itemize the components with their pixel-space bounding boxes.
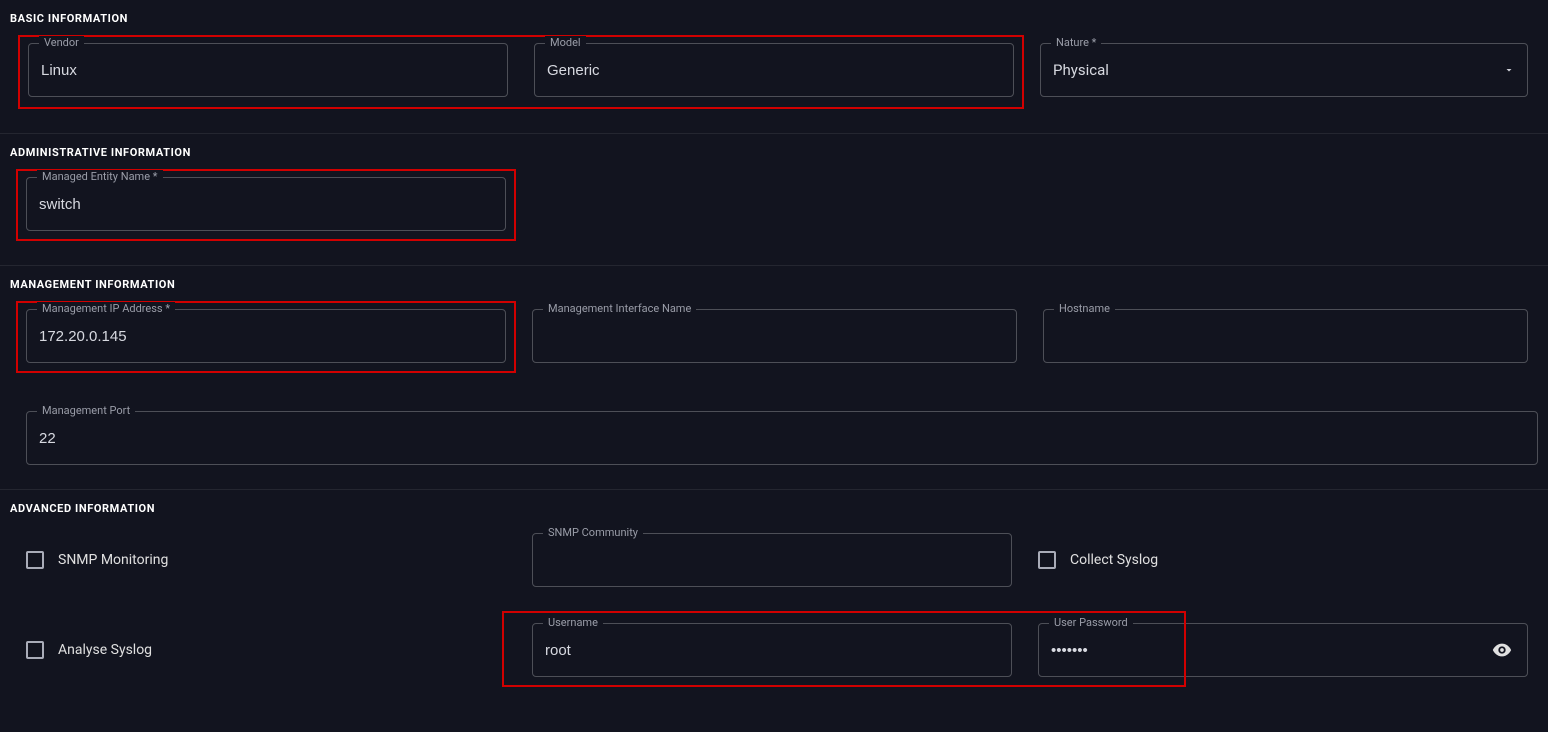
- label-mgmt-iface: Management Interface Name: [543, 302, 696, 316]
- checkbox-analyse-syslog[interactable]: Analyse Syslog: [26, 623, 506, 677]
- section-title-advanced: ADVANCED INFORMATION: [10, 502, 1538, 515]
- checkbox-snmp-monitoring[interactable]: SNMP Monitoring: [26, 533, 506, 587]
- label-analyse-syslog: Analyse Syslog: [58, 642, 152, 658]
- field-hostname: Hostname: [1043, 309, 1528, 363]
- input-vendor[interactable]: [41, 62, 495, 79]
- input-snmp-community[interactable]: [545, 552, 999, 569]
- input-username[interactable]: [545, 642, 999, 659]
- section-title-mgmt: MANAGEMENT INFORMATION: [10, 278, 1538, 291]
- label-mgmt-ip: Management IP Address *: [37, 302, 175, 316]
- field-mgmt-iface: Management Interface Name: [532, 309, 1017, 363]
- input-model[interactable]: [547, 62, 1001, 79]
- checkbox-icon[interactable]: [26, 641, 44, 659]
- label-hostname: Hostname: [1054, 302, 1115, 316]
- label-password: User Password: [1049, 616, 1133, 630]
- checkbox-icon[interactable]: [1038, 551, 1056, 569]
- section-advanced: ADVANCED INFORMATION SNMP Monitoring SNM…: [0, 490, 1548, 691]
- field-username: Username: [532, 623, 1012, 677]
- section-title-basic: BASIC INFORMATION: [10, 12, 1538, 25]
- input-password[interactable]: [1051, 642, 1515, 659]
- field-vendor: Vendor: [28, 43, 508, 97]
- input-hostname[interactable]: [1056, 328, 1515, 345]
- input-entity-name[interactable]: [39, 196, 493, 213]
- label-snmp-monitoring: SNMP Monitoring: [58, 552, 168, 568]
- field-entity-name: Managed Entity Name *: [26, 177, 506, 231]
- field-mgmt-ip: Management IP Address *: [26, 309, 506, 363]
- label-username: Username: [543, 616, 603, 630]
- input-mgmt-port[interactable]: [39, 430, 1525, 447]
- field-password: User Password: [1038, 623, 1528, 677]
- eye-icon[interactable]: [1491, 639, 1513, 661]
- label-mgmt-port: Management Port: [37, 404, 135, 418]
- highlight-vendor-model: Vendor Model: [18, 35, 1024, 109]
- highlight-ip: Management IP Address *: [16, 301, 516, 373]
- value-nature: Physical: [1053, 61, 1515, 79]
- label-collect-syslog: Collect Syslog: [1070, 552, 1158, 568]
- field-model: Model: [534, 43, 1014, 97]
- checkbox-icon[interactable]: [26, 551, 44, 569]
- select-nature[interactable]: Nature * Physical: [1040, 43, 1528, 97]
- section-mgmt: MANAGEMENT INFORMATION Management IP Add…: [0, 266, 1548, 479]
- input-mgmt-ip[interactable]: [39, 328, 493, 345]
- highlight-entity-name: Managed Entity Name *: [16, 169, 516, 241]
- field-nature: Nature * Physical: [1040, 43, 1528, 109]
- checkbox-collect-syslog[interactable]: Collect Syslog: [1038, 533, 1538, 587]
- field-mgmt-port: Management Port: [26, 411, 1538, 465]
- label-model: Model: [545, 36, 586, 50]
- label-vendor: Vendor: [39, 36, 84, 50]
- section-title-admin: ADMINISTRATIVE INFORMATION: [10, 146, 1538, 159]
- field-snmp-community: SNMP Community: [532, 533, 1012, 587]
- section-admin: ADMINISTRATIVE INFORMATION Managed Entit…: [0, 134, 1548, 255]
- section-basic: BASIC INFORMATION Vendor Model Nature * …: [0, 0, 1548, 123]
- input-mgmt-iface[interactable]: [545, 328, 1004, 345]
- label-nature: Nature *: [1051, 36, 1101, 50]
- label-snmp-community: SNMP Community: [543, 526, 643, 540]
- label-entity-name: Managed Entity Name *: [37, 170, 163, 184]
